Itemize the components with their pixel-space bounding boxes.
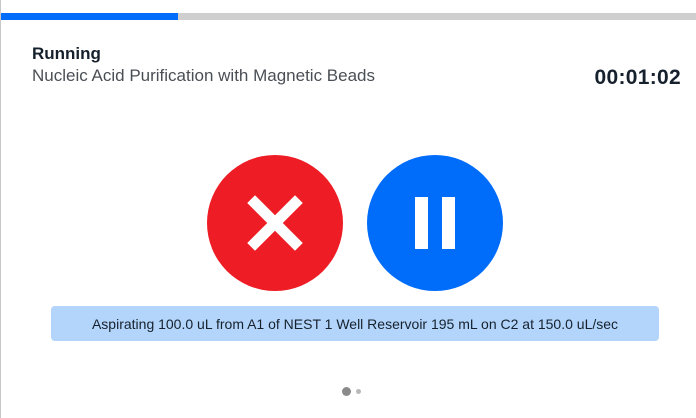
page-dot-inactive[interactable] <box>355 388 361 394</box>
run-progress-bar <box>1 13 696 20</box>
pause-run-button[interactable] <box>367 155 503 291</box>
run-status-label: Running <box>32 44 101 63</box>
run-progress-fill <box>1 13 179 20</box>
run-screen: Running Nucleic Acid Purification with M… <box>0 0 696 418</box>
protocol-name: Nucleic Acid Purification with Magnetic … <box>32 66 375 85</box>
elapsed-timer: 00:01:02 <box>594 66 681 89</box>
page-indicator <box>1 386 696 396</box>
run-header: Running Nucleic Acid Purification with M… <box>32 44 676 87</box>
cancel-run-button[interactable] <box>207 155 343 291</box>
current-command-banner: Aspirating 100.0 uL from A1 of NEST 1 We… <box>51 306 659 341</box>
pause-icon <box>415 197 455 249</box>
x-icon <box>247 195 303 251</box>
run-controls <box>1 155 696 293</box>
page-dot-active[interactable] <box>341 386 351 396</box>
